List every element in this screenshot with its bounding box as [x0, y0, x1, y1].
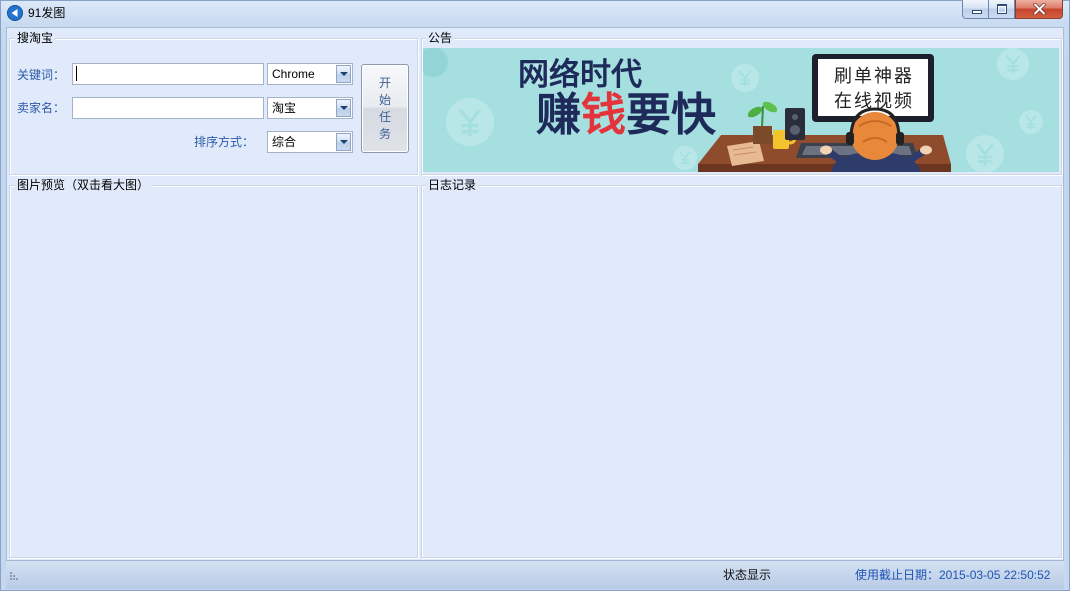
- headline-part-qian: 钱: [581, 89, 626, 140]
- person-left-hand: [820, 145, 832, 155]
- chevron-down-icon: [340, 106, 348, 110]
- person-right-hand: [920, 145, 932, 155]
- resize-grip-icon: [10, 572, 18, 580]
- app-window: 91发图 搜淘宝 关键词： Chrome 卖家名： 淘宝 排序方式： 综合 开始…: [0, 0, 1070, 591]
- minimize-button[interactable]: [962, 0, 989, 19]
- sort-select-value: 综合: [272, 135, 297, 149]
- status-bar: 状态显示 使用截止日期：2015-03-05 22:50:52: [6, 560, 1064, 589]
- banner-headline-line1: 网络时代: [518, 57, 642, 92]
- headline-part-yaokuai: 要快: [626, 89, 717, 140]
- coin-decoration: [1019, 110, 1043, 134]
- start-task-button[interactable]: 开始任务: [361, 64, 409, 153]
- browser-select-value: Chrome: [272, 67, 315, 81]
- text-cursor: [76, 66, 77, 81]
- sort-select[interactable]: 综合: [267, 131, 353, 153]
- maximize-button[interactable]: [989, 0, 1015, 19]
- coin-decoration: [731, 64, 759, 92]
- image-preview-title: 图片预览（双击看大图）: [15, 178, 152, 192]
- search-group-title: 搜淘宝: [15, 31, 56, 45]
- chevron-down-icon: [340, 140, 348, 144]
- speaker-box: [785, 108, 805, 140]
- coin-decoration: [446, 98, 494, 146]
- seller-label: 卖家名：: [17, 101, 66, 115]
- speaker: [785, 108, 805, 140]
- start-task-label: 开始任务: [378, 75, 391, 141]
- headline-part-zhuan: 赚: [536, 89, 581, 140]
- keyword-input[interactable]: [72, 63, 264, 85]
- sort-dropdown-button[interactable]: [336, 133, 351, 151]
- person-hair: [851, 112, 899, 160]
- plant-pot: [753, 126, 772, 144]
- speaker-woofer: [790, 125, 800, 135]
- speaker-tweeter: [792, 114, 798, 120]
- banner-headline-line2: 赚钱要快: [536, 89, 717, 140]
- notice-group-title: 公告: [426, 31, 455, 45]
- status-display-text: 状态显示: [723, 568, 772, 582]
- close-button[interactable]: [1015, 0, 1063, 19]
- platform-select[interactable]: 淘宝: [267, 97, 353, 119]
- log-area[interactable]: [423, 193, 1060, 555]
- notice-banner[interactable]: 网络时代 赚钱要快 刷单神器 在线视频: [423, 48, 1059, 172]
- browser-select[interactable]: Chrome: [267, 63, 353, 85]
- coin-decoration: [673, 146, 697, 170]
- browser-dropdown-button[interactable]: [336, 65, 351, 83]
- monitor-text-line1: 刷单神器: [834, 66, 914, 86]
- seller-input[interactable]: [72, 97, 264, 119]
- platform-dropdown-button[interactable]: [336, 99, 351, 117]
- sort-label: 排序方式：: [194, 135, 255, 149]
- close-icon: [1033, 3, 1046, 15]
- app-logo-icon: [7, 5, 23, 21]
- coin-decoration: [966, 135, 1004, 172]
- chevron-down-icon: [340, 72, 348, 76]
- platform-select-value: 淘宝: [272, 101, 297, 115]
- log-title: 日志记录: [426, 178, 479, 192]
- expiry-date-text: 使用截止日期：2015-03-05 22:50:52: [855, 568, 1051, 582]
- minimize-icon: [972, 10, 982, 14]
- banner-illustration: 网络时代 赚钱要快 刷单神器 在线视频: [423, 48, 1059, 172]
- headphone-left-cup: [846, 132, 854, 145]
- window-title: 91发图: [28, 6, 66, 20]
- maximize-icon: [997, 4, 1007, 14]
- coin-decoration: [997, 48, 1029, 80]
- headphone-right-cup: [896, 132, 904, 145]
- image-preview-area[interactable]: [11, 193, 416, 555]
- keyword-label: 关键词：: [17, 68, 66, 82]
